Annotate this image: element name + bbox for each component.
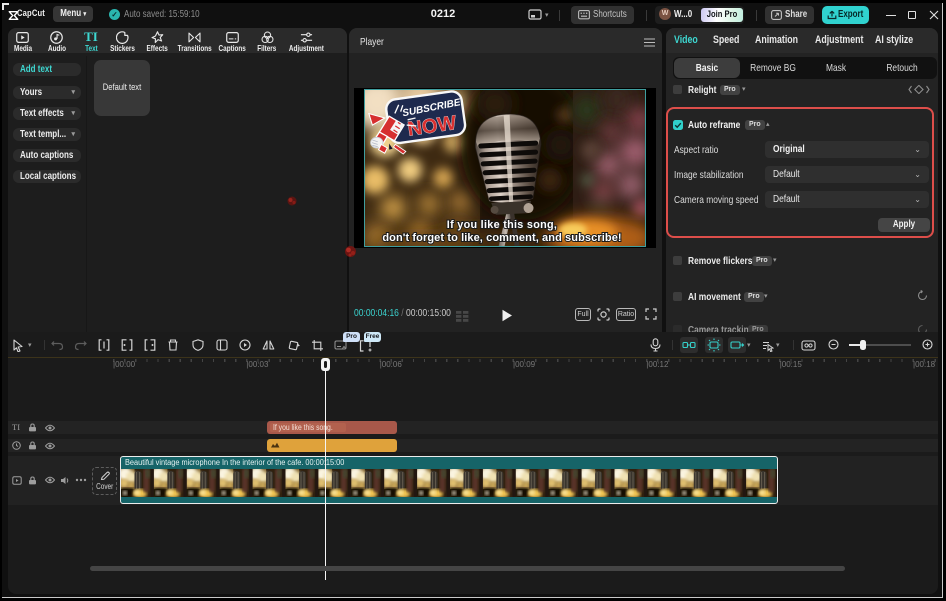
svg-text:don't forget to like, comment,: don't forget to like, comment, and subsc… [382,232,621,244]
svg-text:If you like this song,: If you like this song, [447,219,557,231]
